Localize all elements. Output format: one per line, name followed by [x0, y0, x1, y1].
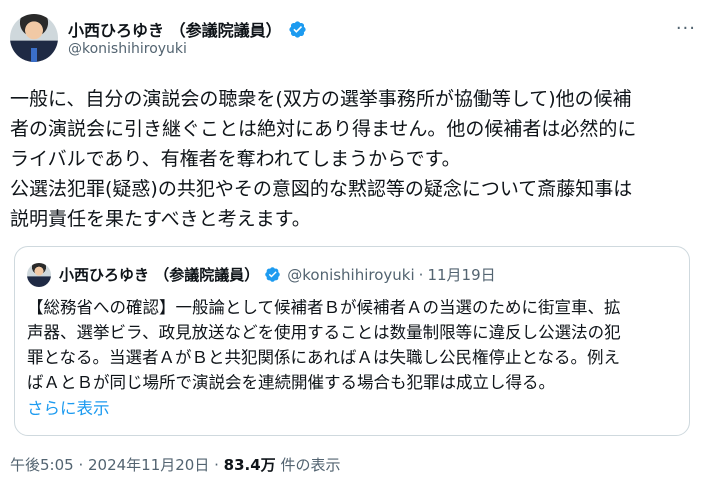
tweet-time[interactable]: 午後5:05 — [10, 456, 74, 474]
quoted-separator: · — [418, 265, 424, 284]
quoted-author-display-name: 小西ひろゆき （参議院議員） — [59, 266, 260, 284]
verified-badge-icon — [288, 20, 306, 38]
meta-separator: · — [209, 456, 224, 474]
quoted-author-avatar — [27, 263, 51, 287]
author-handle[interactable]: @konishihiroyuki — [68, 41, 187, 57]
views-label: 件の表示 — [275, 456, 341, 474]
show-more-link[interactable]: さらに表示 — [27, 395, 110, 419]
tweet-text-line: 説明責任を果たすべきと考えます。 — [10, 208, 311, 230]
views-count: 83.4万 — [223, 456, 276, 474]
tweet-text: 一般に、自分の演説会の聴衆を(双方の選挙事務所が協働等して)他の候補 者の演説会… — [10, 84, 700, 234]
author-display-name[interactable]: 小西ひろゆき （参議院議員） — [68, 17, 282, 41]
author-name-row: 小西ひろゆき （参議院議員） — [68, 17, 307, 41]
quoted-text-line: ばＡとＢが同じ場所で演説会を連続開催する場合も犯罪は成立し得る。 — [27, 373, 555, 392]
quoted-tweet-card[interactable]: 小西ひろゆき （参議院議員） @konishihiroyuki · 11月19日… — [14, 246, 690, 436]
quoted-text-line: 声器、選挙ビラ、政見放送などを使用することは数量制限等に違反し公選法の犯 — [27, 323, 621, 342]
tweet-text-line: 一般に、自分の演説会の聴衆を(双方の選挙事務所が協働等して)他の候補 — [10, 88, 632, 110]
tweet-text-line: 公選法犯罪(疑惑)の共犯やその意図的な黙認等の疑念について斎藤知事は — [10, 178, 633, 200]
quoted-text-line: 【総務省への確認】一般論として候補者Ｂが候補者Ａの当選のために街宣車、拡 — [27, 298, 621, 317]
quoted-tweet-header: 小西ひろゆき （参議院議員） @konishihiroyuki · 11月19日 — [59, 264, 496, 285]
quoted-tweet-text: 【総務省への確認】一般論として候補者Ｂが候補者Ａの当選のために街宣車、拡 声器、… — [27, 295, 687, 395]
meta-separator: · — [73, 456, 88, 474]
quoted-author-handle: @konishihiroyuki — [287, 265, 415, 284]
tweet-text-line: ライバルであり、有権者を奪われてしまうからです。 — [10, 148, 461, 170]
tweet-date[interactable]: 2024年11月20日 — [88, 456, 209, 474]
tweet-header: 小西ひろゆき （参議院議員） @konishihiroyuki ··· — [10, 10, 700, 66]
tweet-text-line: 者の演説会に引き継ぐことは絶対にあり得ません。他の候補者は必然的に — [10, 118, 637, 140]
more-options-icon[interactable]: ··· — [676, 18, 696, 39]
quoted-tweet-date[interactable]: 11月19日 — [427, 264, 495, 285]
tweet-meta: 午後5:05 · 2024年11月20日 · 83.4万 件の表示 — [10, 454, 340, 475]
verified-badge-icon — [265, 267, 280, 282]
quoted-text-line: 罪となる。当選者ＡがＢと共犯関係にあればＡは失職し公民権停止となる。例え — [27, 348, 621, 367]
author-avatar[interactable] — [10, 14, 58, 62]
